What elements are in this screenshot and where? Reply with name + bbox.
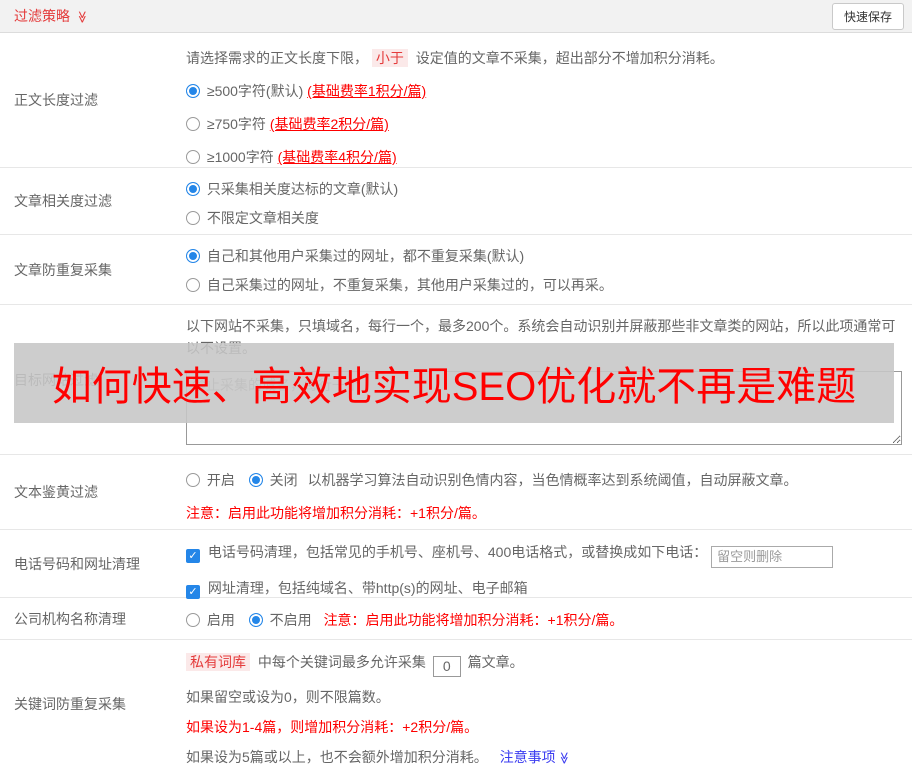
row-label: 电话号码和网址清理: [14, 555, 140, 572]
row-label: 文本鉴黄过滤: [14, 484, 98, 500]
body-length-intro: 请选择需求的正文长度下限， 小于 设定值的文章不采集，超出部分不增加积分消耗。: [186, 49, 724, 67]
radio-icon[interactable]: [186, 117, 200, 131]
checkbox-checked-icon[interactable]: ✓: [186, 584, 200, 599]
radio-option-company-disable[interactable]: 不启用: [248, 612, 316, 628]
radio-selected-icon[interactable]: [186, 182, 200, 196]
radio-option-dedup-self-only[interactable]: 自己采集过的网址，不重复采集，其他用户采集过的，可以再采。: [186, 275, 902, 295]
radio-option-relevance-required[interactable]: 只采集相关度达标的文章(默认): [186, 179, 902, 199]
phone-cleanup-text: 电话号码清理，包括常见的手机号、座机号、400电话格式，或替换成如下电话：: [207, 544, 708, 560]
keyword-dedup-note-five: 如果设为5篇或以上，也不会额外增加积分消耗。: [186, 748, 488, 765]
radio-selected-icon[interactable]: [186, 84, 200, 98]
row-label: 文章相关度过滤: [14, 193, 112, 209]
row-dedup-collection: 文章防重复采集 自己和其他用户采集过的网址，都不重复采集(默认) 自己采集过的网…: [0, 235, 912, 305]
overlay-ad-banner: 如何快速、高效地实现SEO优化就不再是难题: [14, 343, 894, 423]
row-relevance-filter: 文章相关度过滤 只采集相关度达标的文章(默认) 不限定文章相关度: [0, 168, 912, 235]
radio-icon[interactable]: [186, 473, 200, 487]
less-than-tag: 小于: [371, 49, 408, 67]
radio-icon[interactable]: [186, 150, 200, 164]
chevron-down-icon: ≫: [556, 751, 571, 764]
row-label: 关键词防重复采集: [14, 696, 126, 712]
keyword-dedup-cost-note: 如果设为1-4篇，则增加积分消耗：+2积分/篇。: [186, 718, 479, 735]
topbar: 过滤策略 ≫ 快速保存: [0, 0, 912, 33]
ad-banner-text: 如何快速、高效地实现SEO优化就不再是难题: [51, 365, 857, 409]
fee-note: (基础费率1积分/篇): [307, 83, 427, 99]
row-label: 正文长度过滤: [14, 92, 98, 108]
row-body-length-filter: 正文长度过滤 请选择需求的正文长度下限， 小于 设定值的文章不采集，超出部分不增…: [0, 33, 912, 168]
page-title: 过滤策略: [14, 8, 70, 24]
row-porn-filter: 文本鉴黄过滤 开启 关闭 以机器学习算法自动识别色情内容，当色情概率达到系统阈值…: [0, 455, 912, 530]
row-phone-url-cleanup: 电话号码和网址清理 ✓ 电话号码清理，包括常见的手机号、座机号、400电话格式，…: [0, 530, 912, 599]
radio-icon[interactable]: [186, 278, 200, 292]
row-company-name-cleanup: 公司机构名称清理 启用 不启用 注意：启用此功能将增加积分消耗：+1积分/篇。: [0, 598, 912, 640]
radio-option-porn-on[interactable]: 开启: [186, 472, 239, 488]
radio-option-porn-off[interactable]: 关闭: [248, 472, 302, 488]
quick-save-button[interactable]: 快速保存: [831, 2, 904, 30]
row-label: 文章防重复采集: [14, 261, 112, 278]
url-cleanup-text: 网址清理，包括纯域名、带http(s)的网址、电子邮箱: [207, 579, 528, 596]
row-keyword-dedup: 关键词防重复采集 私有词库 中每个关键词最多允许采集 篇文章。 如果留空或设为0…: [0, 640, 912, 768]
filter-strategy-toggle[interactable]: 过滤策略 ≫: [14, 6, 90, 26]
radio-option-relevance-unlimited[interactable]: 不限定文章相关度: [186, 208, 902, 228]
max-articles-count-input[interactable]: [432, 655, 461, 677]
radio-icon[interactable]: [186, 613, 200, 627]
porn-filter-cost-note: 注意：启用此功能将增加积分消耗：+1积分/篇。: [186, 505, 486, 521]
radio-option-1000-chars[interactable]: ≥1000字符 (基础费率4积分/篇): [186, 147, 902, 167]
radio-selected-icon[interactable]: [248, 613, 263, 627]
company-cleanup-cost-note: 注意：启用此功能将增加积分消耗：+1积分/篇。: [323, 612, 624, 628]
radio-option-company-enable[interactable]: 启用: [186, 612, 239, 628]
radio-option-500-chars[interactable]: ≥500字符(默认) (基础费率1积分/篇): [186, 81, 902, 101]
fee-note: (基础费率4积分/篇): [277, 149, 397, 165]
private-lexicon-tag: 私有词库: [186, 653, 250, 671]
checkbox-checked-icon[interactable]: ✓: [186, 549, 200, 563]
porn-filter-description: 以机器学习算法自动识别色情内容，当色情概率达到系统阈值，自动屏蔽文章。: [307, 472, 798, 488]
row-label: 公司机构名称清理: [14, 610, 126, 627]
replacement-phone-input[interactable]: [711, 545, 834, 568]
radio-option-dedup-all-users[interactable]: 自己和其他用户采集过的网址，都不重复采集(默认): [186, 246, 902, 266]
radio-selected-icon[interactable]: [248, 473, 263, 487]
radio-option-750-chars[interactable]: ≥750字符 (基础费率2积分/篇): [186, 114, 902, 134]
radio-icon[interactable]: [186, 211, 200, 225]
radio-selected-icon[interactable]: [186, 249, 200, 263]
chevron-down-icon: ≫: [75, 10, 90, 24]
keyword-dedup-note-zero: 如果留空或设为0，则不限篇数。: [186, 688, 390, 705]
fee-note: (基础费率2积分/篇): [269, 116, 389, 132]
notes-link[interactable]: 注意事项≫: [500, 749, 571, 765]
